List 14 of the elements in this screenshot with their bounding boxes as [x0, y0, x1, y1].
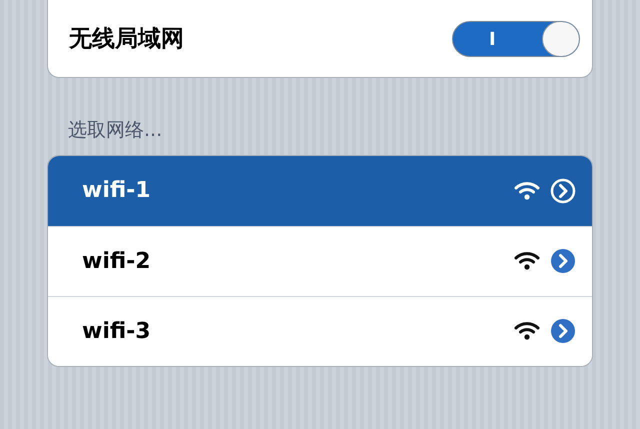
details-button[interactable]	[550, 318, 576, 344]
wifi-icon	[514, 321, 540, 341]
network-name: wifi-3	[82, 318, 151, 346]
wifi-icon	[514, 180, 540, 200]
network-row[interactable]: wifi-1	[48, 156, 592, 226]
wifi-icon	[514, 251, 540, 271]
details-button[interactable]	[550, 248, 576, 274]
network-name: wifi-2	[82, 248, 151, 276]
network-row[interactable]: wifi-3	[48, 296, 592, 366]
network-name: wifi-1	[82, 177, 151, 205]
wifi-label: 无线局域网	[69, 24, 184, 54]
section-title: 选取网络...	[68, 118, 164, 143]
wifi-toggle[interactable]: I	[452, 21, 580, 57]
details-button[interactable]	[550, 178, 576, 204]
